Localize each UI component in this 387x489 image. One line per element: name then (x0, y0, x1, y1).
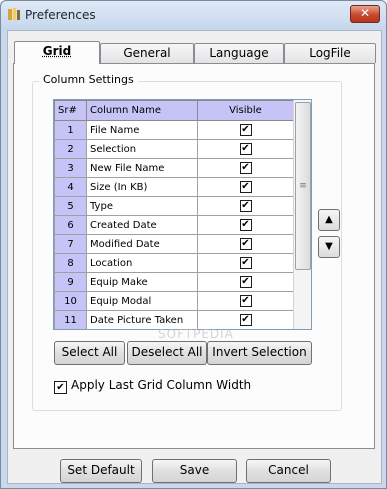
tab-general[interactable]: General (100, 43, 194, 63)
visible-checkbox[interactable]: ✔ (239, 314, 252, 326)
header-sr[interactable]: Sr# (54, 100, 87, 121)
visible-checkbox[interactable]: ✔ (239, 124, 252, 136)
header-column-name[interactable]: Column Name (86, 100, 198, 121)
table-header-row: Sr# Column Name Visible (54, 100, 294, 121)
tab-logfile[interactable]: LogFile (284, 43, 376, 63)
table-row[interactable]: 2 Selection ✔ (54, 139, 294, 159)
title-bar: Preferences ✕ (1, 1, 386, 29)
visible-checkbox[interactable]: ✔ (239, 181, 252, 193)
dialog-body: Grid General Language LogFile Column Set… (7, 30, 382, 484)
visible-checkbox[interactable]: ✔ (239, 238, 252, 250)
window-title: Preferences (25, 8, 96, 22)
deselect-all-button[interactable]: Deselect All (127, 341, 207, 365)
visible-cell: ✔ (197, 253, 294, 273)
column-table: Sr# Column Name Visible 1 File Name ✔ 2 Sele… (54, 100, 294, 329)
table-row[interactable]: 10 Equip Modal ✔ (54, 291, 294, 311)
column-name-cell: File Name (86, 120, 198, 140)
grid-scrollbar[interactable]: ≡ (293, 100, 311, 329)
visible-checkbox[interactable]: ✔ (239, 143, 252, 155)
row-number: 11 (54, 310, 87, 329)
visible-cell: ✔ (197, 234, 294, 254)
table-row[interactable]: 4 Size (In KB) ✔ (54, 177, 294, 197)
table-row[interactable]: 3 New File Name ✔ (54, 158, 294, 178)
visible-checkbox[interactable]: ✔ (239, 276, 252, 288)
table-row[interactable]: 1 File Name ✔ (54, 120, 294, 140)
row-number: 8 (54, 253, 87, 273)
visible-checkbox[interactable]: ✔ (239, 200, 252, 212)
triangle-down-icon: ▼ (325, 241, 333, 252)
visible-cell: ✔ (197, 158, 294, 178)
column-name-cell: Equip Make (86, 272, 198, 292)
table-row[interactable]: 5 Type ✔ (54, 196, 294, 216)
group-label: Column Settings (39, 73, 138, 86)
visible-cell: ✔ (197, 120, 294, 140)
row-number: 6 (54, 215, 87, 235)
triangle-up-icon: ▲ (325, 214, 333, 225)
column-name-cell: Selection (86, 139, 198, 159)
invert-selection-button[interactable]: Invert Selection (207, 341, 312, 365)
visible-cell: ✔ (197, 291, 294, 311)
apply-width-option[interactable]: ✔ Apply Last Grid Column Width (54, 378, 251, 394)
visible-checkbox[interactable]: ✔ (239, 295, 252, 307)
column-name-cell: Type (86, 196, 198, 216)
visible-cell: ✔ (197, 177, 294, 197)
column-grid[interactable]: Sr# Column Name Visible 1 File Name ✔ 2 Sele… (53, 99, 312, 330)
column-name-cell: Location (86, 253, 198, 273)
visible-checkbox[interactable]: ✔ (239, 219, 252, 231)
header-visible[interactable]: Visible (197, 100, 294, 121)
table-body: 1 File Name ✔ 2 Selection ✔ 3 New File Name ✔ 4 Si… (54, 120, 294, 329)
select-all-button[interactable]: Select All (54, 341, 125, 365)
table-row[interactable]: 8 Location ✔ (54, 253, 294, 273)
table-row[interactable]: 9 Equip Make ✔ (54, 272, 294, 292)
app-icon (8, 8, 20, 20)
row-number: 1 (54, 120, 87, 140)
row-number: 4 (54, 177, 87, 197)
column-name-cell: Size (In KB) (86, 177, 198, 197)
row-number: 5 (54, 196, 87, 216)
column-name-cell: Modified Date (86, 234, 198, 254)
apply-width-checkbox[interactable]: ✔ (54, 381, 67, 394)
visible-cell: ✔ (197, 139, 294, 159)
move-up-button[interactable]: ▲ (318, 209, 340, 231)
move-down-button[interactable]: ▼ (318, 236, 340, 258)
column-name-cell: Created Date (86, 215, 198, 235)
visible-checkbox[interactable]: ✔ (239, 257, 252, 269)
save-button[interactable]: Save (152, 459, 237, 483)
preferences-window: Preferences ✕ Grid General Language LogF… (0, 0, 387, 489)
row-number: 9 (54, 272, 87, 292)
table-row[interactable]: 7 Modified Date ✔ (54, 234, 294, 254)
visible-checkbox[interactable]: ✔ (239, 162, 252, 174)
visible-cell: ✔ (197, 215, 294, 235)
row-number: 2 (54, 139, 87, 159)
row-number: 10 (54, 291, 87, 311)
watermark: SOFTPEDIA (158, 327, 234, 341)
column-name-cell: Equip Modal (86, 291, 198, 311)
tab-language[interactable]: Language (194, 43, 284, 63)
table-row[interactable]: 6 Created Date ✔ (54, 215, 294, 235)
row-number: 7 (54, 234, 87, 254)
cancel-button[interactable]: Cancel (246, 459, 331, 483)
close-button[interactable]: ✕ (350, 5, 380, 23)
tab-grid[interactable]: Grid (14, 41, 100, 64)
apply-width-label: Apply Last Grid Column Width (71, 378, 252, 392)
scrollbar-thumb[interactable]: ≡ (295, 102, 311, 270)
column-name-cell: New File Name (86, 158, 198, 178)
row-number: 3 (54, 158, 87, 178)
visible-cell: ✔ (197, 272, 294, 292)
set-default-button[interactable]: Set Default (60, 459, 142, 483)
visible-cell: ✔ (197, 196, 294, 216)
